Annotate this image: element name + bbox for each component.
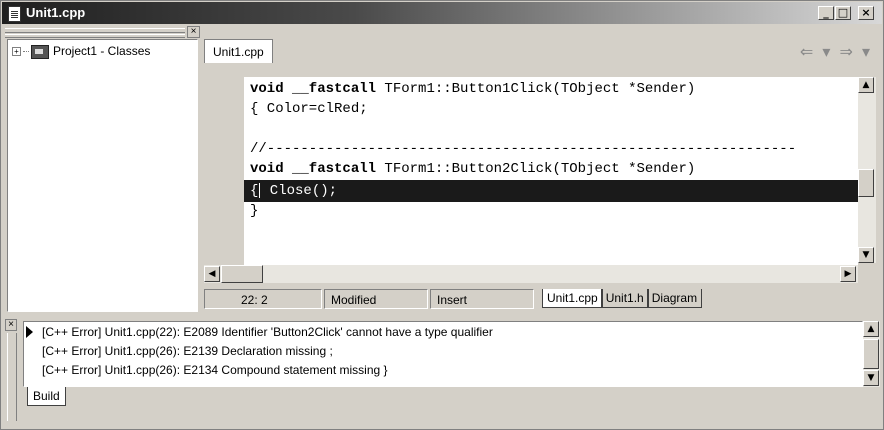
editor-tab-bar: Unit1.cpp ⇐ ▾ ⇒ ▾ (204, 39, 882, 64)
editor-status-bar: 22: 2 Modified Insert Unit1.cpp Unit1.h Di… (204, 287, 882, 313)
file-view-tabs: Unit1.cpp Unit1.h Diagram (542, 289, 703, 309)
panel-grip[interactable] (5, 28, 185, 38)
document-icon (8, 6, 21, 22)
message-row[interactable]: [C++ Error] Unit1.cpp(26): E2139 Declara… (42, 342, 333, 360)
editor-gutter (204, 77, 242, 267)
minimize-button[interactable]: _ (818, 6, 834, 20)
code-line: { Color=clRed; (250, 101, 368, 117)
code-editor: void __fastcall TForm1::Button1Click(TOb… (204, 63, 882, 285)
code-line-current: { Close(); (250, 182, 338, 199)
cursor-position: 22: 2 (204, 289, 322, 309)
panel-close-icon[interactable]: × (187, 26, 200, 38)
tree-item-project[interactable]: + Project1 - Classes (12, 44, 150, 59)
vertical-scroll-thumb[interactable] (858, 169, 874, 197)
current-message-arrow-icon (26, 326, 33, 338)
close-button[interactable]: × (858, 6, 874, 20)
scroll-left-button[interactable]: ◀ (204, 266, 220, 282)
message-scroll-thumb[interactable] (863, 339, 879, 369)
message-scrollbar[interactable]: ▲ ▼ (863, 321, 880, 387)
vertical-scrollbar[interactable]: ▲ ▼ (858, 77, 876, 263)
message-scroll-up-button[interactable]: ▲ (863, 321, 879, 337)
message-row[interactable]: [C++ Error] Unit1.cpp(26): E2134 Compoun… (42, 361, 388, 379)
scroll-down-button[interactable]: ▼ (858, 247, 874, 263)
scroll-up-button[interactable]: ▲ (858, 77, 874, 93)
code-line: } (250, 203, 259, 219)
message-panel: × [C++ Error] Unit1.cpp(22): E2089 Ident… (5, 317, 882, 427)
message-close-icon[interactable]: × (5, 319, 17, 331)
code-line: void __fastcall TForm1::Button1Click(TOb… (250, 81, 696, 97)
window-title: Unit1.cpp (26, 5, 86, 20)
horizontal-scrollbar[interactable]: ◀ ▶ (204, 265, 858, 283)
message-list[interactable]: [C++ Error] Unit1.cpp(22): E2089 Identif… (23, 321, 863, 387)
horizontal-scroll-thumb[interactable] (221, 265, 263, 283)
tab-diagram[interactable]: Diagram (646, 289, 703, 308)
history-nav: ⇐ ▾ ⇒ ▾ (800, 42, 872, 61)
tree-connector (23, 51, 29, 53)
message-panel-grip[interactable] (7, 333, 17, 421)
tab-build[interactable]: Build (27, 387, 66, 406)
scroll-right-button[interactable]: ▶ (840, 266, 856, 282)
tree-item-label: Project1 - Classes (53, 44, 151, 58)
class-tree: + Project1 - Classes (7, 39, 198, 312)
modified-status: Modified (324, 289, 428, 309)
forward-arrow-icon[interactable]: ⇒ ▾ (839, 42, 872, 61)
message-scroll-down-button[interactable]: ▼ (863, 370, 879, 386)
tab-unit1-cpp[interactable]: Unit1.cpp (204, 39, 273, 64)
maximize-button[interactable]: □ (835, 6, 851, 20)
code-line: //--------------------------------------… (250, 141, 797, 157)
code-line: void __fastcall TForm1::Button2Click(TOb… (250, 161, 696, 177)
title-bar[interactable]: Unit1.cpp _ □ × (2, 2, 882, 24)
ide-window: Unit1.cpp _ □ × × + Project1 - Classes Un… (0, 0, 884, 430)
expand-icon[interactable]: + (12, 47, 21, 57)
class-explorer-panel: × + Project1 - Classes (5, 26, 200, 314)
tab-unit1-h-file[interactable]: Unit1.h (600, 289, 649, 308)
folder-icon (31, 44, 49, 59)
message-row[interactable]: [C++ Error] Unit1.cpp(22): E2089 Identif… (42, 323, 493, 341)
code-area[interactable]: void __fastcall TForm1::Button1Click(TOb… (244, 77, 858, 267)
tab-unit1-cpp-file[interactable]: Unit1.cpp (542, 289, 603, 308)
insert-mode-status: Insert (430, 289, 534, 309)
back-arrow-icon[interactable]: ⇐ ▾ (800, 42, 833, 61)
